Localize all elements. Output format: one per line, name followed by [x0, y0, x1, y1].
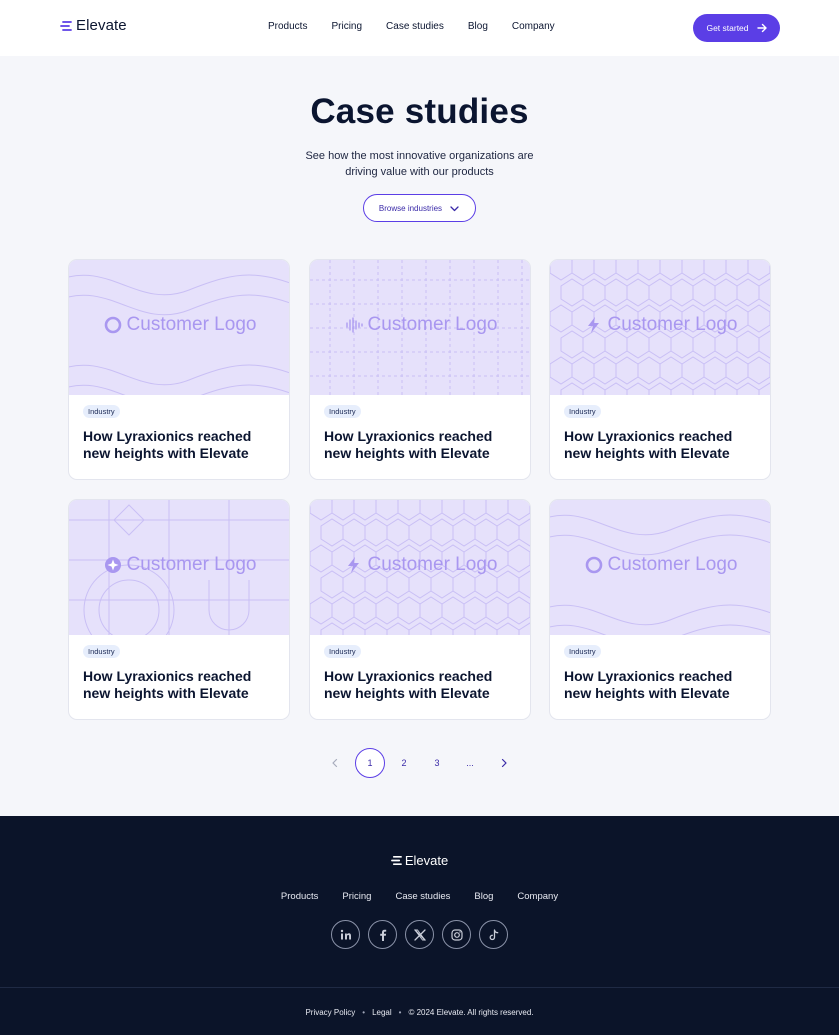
page-subtitle: See how the most innovative organization…	[0, 148, 839, 180]
brand-name: Elevate	[76, 17, 127, 34]
instagram-link[interactable]	[442, 920, 471, 949]
linkedin-icon	[340, 929, 351, 939]
legal-bar: Privacy Policy • Legal • © 2024 Elevate.…	[0, 1008, 839, 1017]
customer-logo: Customer Logo	[310, 554, 530, 576]
brand-logo[interactable]: Elevate	[60, 17, 127, 34]
nav-item-company[interactable]: Company	[512, 21, 555, 32]
customer-logo-text: Customer Logo	[607, 314, 738, 335]
footer-nav-pricing[interactable]: Pricing	[342, 891, 371, 902]
elevate-logo-icon	[60, 20, 72, 31]
industry-badge: Industry	[564, 405, 601, 418]
get-started-button[interactable]: Get started	[693, 14, 780, 42]
customer-logo: Customer Logo	[310, 314, 530, 336]
separator-dot: •	[398, 1008, 402, 1017]
nav-item-blog[interactable]: Blog	[468, 21, 488, 32]
card-image: Customer Logo	[69, 500, 289, 635]
footer-nav: Products Pricing Case studies Blog Compa…	[0, 891, 839, 902]
subtitle-line-2: driving value with our products	[345, 166, 494, 178]
ring-icon	[104, 316, 121, 334]
ring-icon	[585, 556, 602, 574]
card-title[interactable]: How Lyraxionics reached new heights with…	[324, 428, 520, 462]
x-link[interactable]	[405, 920, 434, 949]
customer-logo-text: Customer Logo	[126, 554, 257, 575]
bolt-icon	[587, 317, 599, 333]
footer-brand-name: Elevate	[404, 853, 449, 868]
industry-badge: Industry	[324, 645, 361, 658]
industry-badge: Industry	[83, 405, 120, 418]
card-title[interactable]: How Lyraxionics reached new heights with…	[324, 668, 520, 702]
separator-dot: •	[362, 1008, 366, 1017]
customer-logo-text: Customer Logo	[607, 554, 738, 575]
case-study-card[interactable]: Customer Logo Industry How Lyraxionics rea…	[549, 259, 771, 480]
case-study-card[interactable]: Customer Logo Industry How Lyraxionics rea…	[68, 259, 290, 480]
privacy-policy-link[interactable]: Privacy Policy	[305, 1008, 355, 1017]
star-badge-icon	[104, 557, 121, 573]
nav-item-case-studies[interactable]: Case studies	[386, 21, 444, 32]
industry-badge: Industry	[564, 645, 601, 658]
page-1-button[interactable]: 1	[355, 748, 385, 778]
customer-logo-text: Customer Logo	[367, 314, 498, 335]
customer-logo-text: Customer Logo	[126, 314, 257, 335]
page-3-button[interactable]: 3	[429, 748, 445, 778]
case-study-card[interactable]: Customer Logo Industry How Lyraxionics rea…	[309, 499, 531, 720]
elevate-logo-icon	[390, 856, 402, 865]
card-image: Customer Logo	[310, 500, 530, 635]
tiktok-icon	[489, 928, 498, 940]
card-image: Customer Logo	[550, 260, 770, 395]
site-footer: Elevate Products Pricing Case studies Bl…	[0, 816, 839, 1035]
chevron-down-icon	[450, 205, 459, 211]
case-study-card[interactable]: Customer Logo Industry How Lyraxionics rea…	[68, 499, 290, 720]
footer-nav-products[interactable]: Products	[281, 891, 319, 902]
facebook-icon	[379, 929, 386, 941]
card-title[interactable]: How Lyraxionics reached new heights with…	[564, 428, 760, 462]
soundwave-icon	[345, 317, 363, 333]
card-image: Customer Logo	[310, 260, 530, 395]
prev-page-button[interactable]	[330, 748, 340, 778]
card-title[interactable]: How Lyraxionics reached new heights with…	[83, 428, 279, 462]
arrow-right-icon	[756, 23, 767, 33]
customer-logo: Customer Logo	[69, 554, 289, 576]
card-title[interactable]: How Lyraxionics reached new heights with…	[83, 668, 279, 702]
footer-nav-case-studies[interactable]: Case studies	[395, 891, 450, 902]
browse-industries-label: Browse industries	[378, 203, 443, 213]
case-study-card[interactable]: Customer Logo Industry How Lyraxionics rea…	[309, 259, 531, 480]
x-icon	[413, 928, 426, 941]
nav-item-pricing[interactable]: Pricing	[331, 21, 362, 32]
legal-link[interactable]: Legal	[372, 1008, 392, 1017]
bolt-icon	[347, 557, 359, 573]
tiktok-link[interactable]	[479, 920, 508, 949]
chevron-right-icon	[501, 758, 507, 768]
customer-logo-text: Customer Logo	[367, 554, 498, 575]
get-started-label: Get started	[706, 23, 749, 33]
customer-logo: Customer Logo	[550, 554, 770, 576]
case-study-card[interactable]: Customer Logo Industry How Lyraxionics rea…	[549, 499, 771, 720]
chevron-left-icon	[332, 758, 338, 768]
card-title[interactable]: How Lyraxionics reached new heights with…	[564, 668, 760, 702]
footer-nav-blog[interactable]: Blog	[474, 891, 493, 902]
next-page-button[interactable]	[498, 748, 510, 778]
card-image: Customer Logo	[69, 260, 289, 395]
social-links	[0, 920, 839, 949]
nav-item-products[interactable]: Products	[268, 21, 307, 32]
linkedin-link[interactable]	[331, 920, 360, 949]
page-title: Case studies	[310, 92, 529, 131]
footer-nav-company[interactable]: Company	[517, 891, 558, 902]
industry-badge: Industry	[83, 645, 120, 658]
subtitle-line-1: See how the most innovative organization…	[305, 150, 534, 162]
card-image: Customer Logo	[550, 500, 770, 635]
page-2-button[interactable]: 2	[396, 748, 412, 778]
facebook-link[interactable]	[368, 920, 397, 949]
page-ellipsis: ...	[466, 758, 474, 768]
copyright-text: © 2024 Elevate. All rights reserved.	[408, 1008, 534, 1017]
customer-logo: Customer Logo	[550, 314, 770, 336]
customer-logo: Customer Logo	[69, 314, 289, 336]
instagram-icon	[450, 928, 463, 941]
browse-industries-button[interactable]: Browse industries	[363, 194, 476, 222]
site-header: Elevate Products Pricing Case studies Bl…	[0, 0, 839, 56]
industry-badge: Industry	[324, 405, 361, 418]
footer-divider	[0, 987, 839, 988]
footer-brand-logo[interactable]: Elevate	[0, 853, 839, 868]
pagination: 1 2 3 ...	[0, 748, 839, 778]
main-nav: Products Pricing Case studies Blog Compa…	[268, 21, 579, 32]
